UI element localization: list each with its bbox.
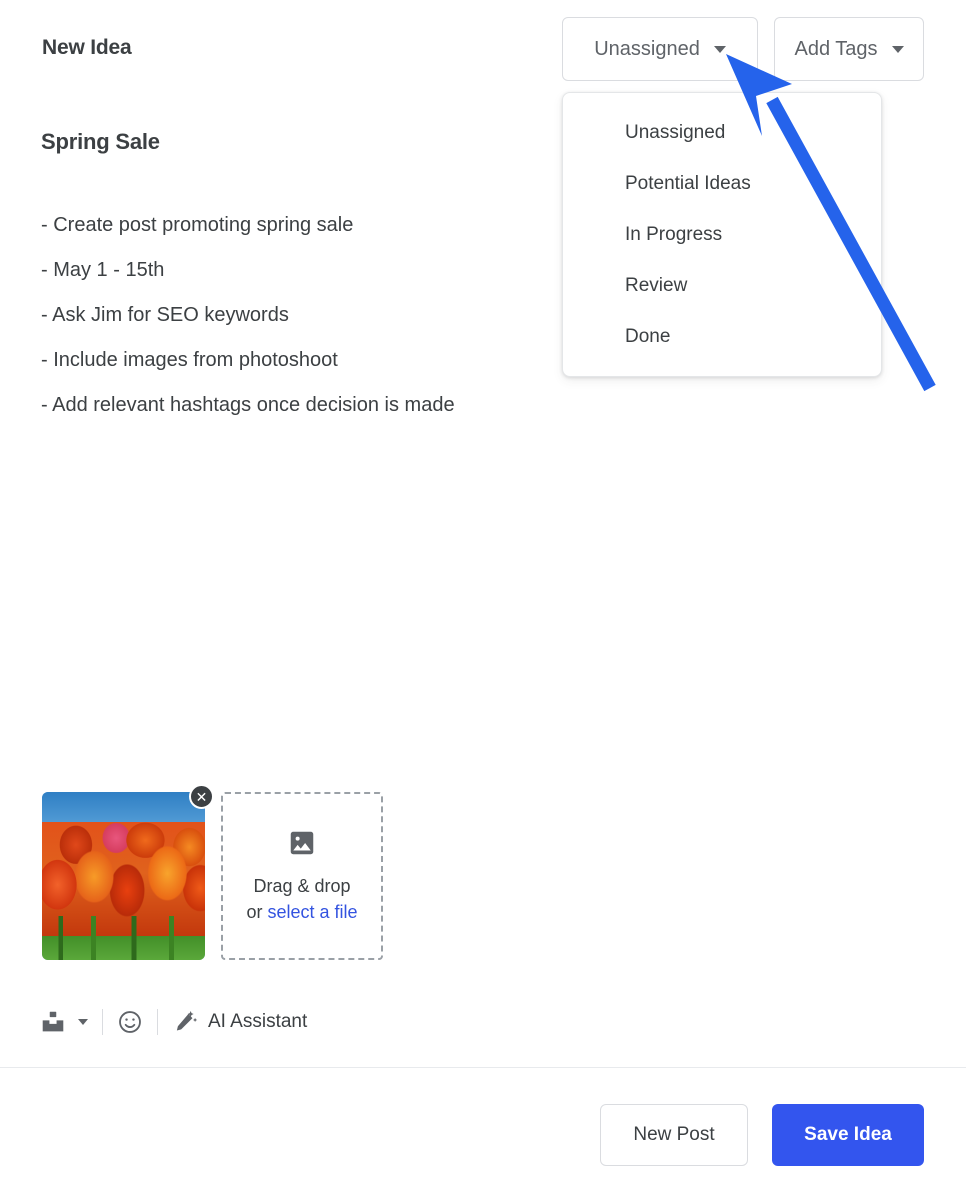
ai-assistant-label: AI Assistant [208, 1011, 308, 1032]
page-title: New Idea [42, 36, 132, 59]
status-select-label: Unassigned [594, 37, 700, 60]
new-post-button[interactable]: New Post [600, 1104, 748, 1166]
emoji-icon[interactable] [117, 1009, 143, 1035]
select-a-file-link[interactable]: select a file [267, 902, 357, 922]
chevron-down-icon [713, 45, 726, 53]
dropdown-item-review[interactable]: Review [563, 260, 881, 311]
idea-title[interactable]: Spring Sale [41, 129, 160, 155]
status-dropdown-menu: Unassigned Potential Ideas In Progress R… [562, 92, 882, 377]
new-idea-panel: New Idea Unassigned Add Tags Unassigned … [0, 0, 966, 1178]
save-idea-button[interactable]: Save Idea [772, 1104, 924, 1166]
dropzone-or-label: or [246, 901, 268, 922]
dropdown-item-in-progress[interactable]: In Progress [563, 209, 881, 260]
idea-body-line: - Include images from photoshoot [41, 349, 338, 371]
ai-assistant-button[interactable]: AI Assistant [172, 1009, 307, 1035]
idea-body[interactable]: - Create post promoting spring sale - Ma… [41, 203, 601, 428]
attachment-thumbnail[interactable]: ✕ [42, 784, 214, 960]
add-tags-label: Add Tags [794, 37, 878, 60]
idea-body-line: - Create post promoting spring sale [41, 214, 354, 236]
dropdown-item-done[interactable]: Done [563, 311, 881, 362]
dropdown-item-unassigned[interactable]: Unassigned [563, 107, 881, 158]
dropzone-text: Drag & drop or select a file [230, 873, 373, 925]
insert-media-chevron-down-icon[interactable] [78, 1019, 88, 1025]
idea-body-line: - May 1 - 15th [41, 259, 165, 281]
toolbar-divider [102, 1009, 103, 1035]
editor-toolbar: AI Assistant [40, 1002, 307, 1042]
remove-attachment-icon[interactable]: ✕ [189, 784, 214, 809]
insert-media-icon[interactable] [40, 1009, 66, 1035]
tulips-image [42, 792, 205, 960]
image-icon [287, 828, 317, 863]
idea-body-line: - Add relevant hashtags once decision is… [41, 394, 455, 416]
add-tags-select-button[interactable]: Add Tags [774, 17, 924, 81]
image-stems-region [42, 916, 205, 960]
idea-body-line: - Ask Jim for SEO keywords [41, 304, 289, 326]
dropdown-item-potential-ideas[interactable]: Potential Ideas [563, 158, 881, 209]
attachments-row: ✕ Drag & drop or select a file [42, 784, 383, 960]
file-dropzone[interactable]: Drag & drop or select a file [221, 792, 383, 960]
status-select-button[interactable]: Unassigned [562, 17, 758, 81]
dropzone-drag-label: Drag & drop [253, 875, 351, 896]
toolbar-divider [157, 1009, 158, 1035]
footer-divider [0, 1067, 966, 1068]
chevron-down-icon [891, 45, 904, 53]
